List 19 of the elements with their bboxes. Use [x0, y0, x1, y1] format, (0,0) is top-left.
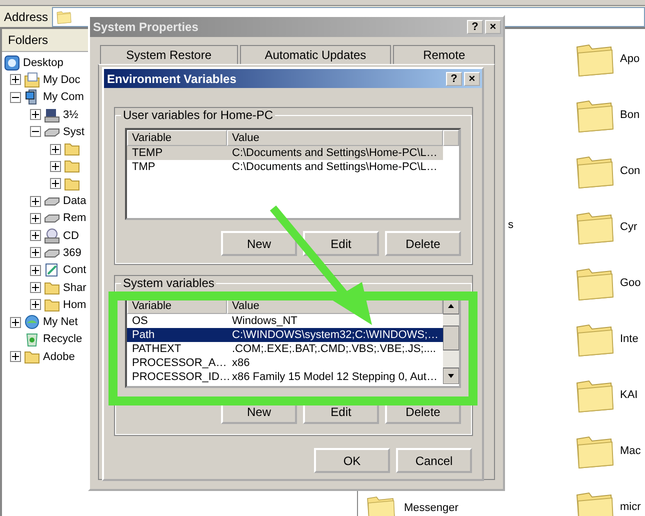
- variable-name: TMP: [131, 161, 156, 173]
- variable-value: C:\WINDOWS\system32;C:\WINDOWS;…: [231, 329, 440, 341]
- variable-value: C:\Documents and Settings\Home-PC\L…: [231, 147, 438, 159]
- file-name: s: [508, 219, 514, 231]
- variable-value: C:\Documents and Settings\Home-PC\L…: [231, 161, 438, 173]
- variable-value: x86: [231, 357, 251, 369]
- address-label: Address: [4, 10, 48, 24]
- variable-name: PROCESSOR_A…: [131, 357, 227, 369]
- variable-value: Windows_NT: [231, 315, 298, 327]
- variable-value: x86 Family 15 Model 12 Stepping 0, Aut…: [231, 371, 438, 383]
- variable-name: Path: [131, 329, 156, 341]
- variable-name: PATHEXT: [131, 343, 182, 355]
- group-label: System variables: [122, 276, 216, 290]
- group-label: User variables for Home-PC: [122, 108, 274, 122]
- variable-name: TEMP: [131, 147, 164, 159]
- variable-name: OS: [131, 315, 149, 327]
- variable-name: PROCESSOR_ID…: [131, 371, 227, 383]
- window-title: Environment Variables: [107, 72, 236, 86]
- variable-value: .COM;.EXE;.BAT;.CMD;.VBS;.VBE;.JS;....: [231, 343, 437, 355]
